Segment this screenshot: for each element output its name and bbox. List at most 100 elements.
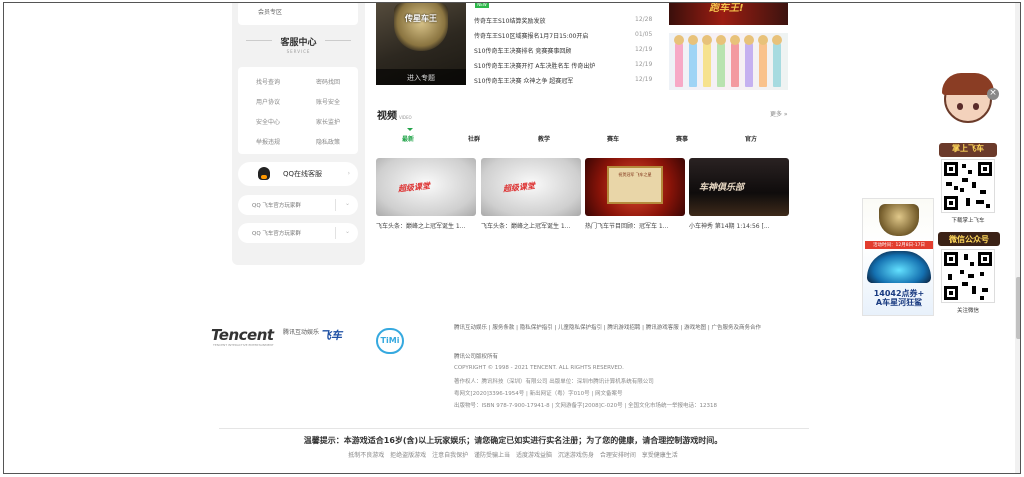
qq-group-label: QQ 飞车官方玩家群 bbox=[252, 203, 301, 209]
isbn-info: 出版物号：ISBN 978-7-900-17941-8 | 文网游备字[2008… bbox=[454, 403, 717, 409]
tab-official[interactable]: 官方 bbox=[745, 134, 757, 143]
video-thumbnail[interactable]: 超级课堂 bbox=[376, 158, 476, 216]
member-zone-link[interactable]: 会员专区 bbox=[238, 3, 358, 25]
qq-penguin-icon bbox=[258, 167, 270, 180]
browser-viewport: 会员专区 客服中心 SERVICE 找号查询 密码找回 用户协议 账号安全 安全… bbox=[3, 2, 1021, 474]
tab-tutorial[interactable]: 教学 bbox=[538, 134, 550, 143]
mascot-avatar[interactable]: 掌上飞车 bbox=[935, 73, 1001, 161]
customer-service-title: 客服中心 bbox=[280, 38, 317, 48]
event-reward: 14042点券+ A车星河狂鲨 bbox=[873, 289, 925, 307]
character-figure bbox=[702, 35, 712, 87]
page: 会员专区 客服中心 SERVICE 找号查询 密码找回 用户协议 账号安全 安全… bbox=[4, 3, 1020, 473]
news-date: 12/28 bbox=[635, 16, 653, 23]
tencent-logo[interactable]: Tencent bbox=[211, 326, 274, 344]
enter-feature-button[interactable]: 进入专题 bbox=[376, 69, 466, 85]
video-caption[interactable]: 飞车头条：巅峰之上冠军诞生 1... bbox=[481, 221, 583, 230]
character-figure bbox=[730, 35, 740, 87]
active-tab-indicator bbox=[407, 128, 413, 131]
news-item[interactable]: S10传奇车王决赛排名 竞赛赛事回顾 bbox=[474, 46, 654, 55]
cs-link[interactable]: 密码找回 bbox=[306, 77, 350, 86]
tab-community[interactable]: 社群 bbox=[468, 134, 480, 143]
qq-group-label: QQ 飞车官方玩家群 bbox=[252, 231, 301, 237]
qr-caption: 下载掌上飞车 bbox=[951, 218, 985, 224]
qr-caption: 关注微信 bbox=[956, 308, 979, 314]
video-caption[interactable]: 小车神秀 第14期 1:14:56 [... bbox=[689, 221, 791, 230]
character-figure bbox=[772, 35, 782, 87]
cs-link[interactable]: 举报违规 bbox=[246, 137, 290, 146]
news-item[interactable]: S10传奇车王决赛开打 A车决胜名车 传奇出炉 bbox=[474, 61, 654, 70]
news-item[interactable]: S10传奇车王决赛 众神之争 超赛冠军 bbox=[474, 76, 654, 85]
tencent-games-label: 腾讯互动娱乐 bbox=[283, 329, 320, 336]
event-date: 活动时间：12月8日-17日 bbox=[865, 241, 933, 249]
video-caption[interactable]: 飞车头条：巅峰之上冠军诞生 1... bbox=[376, 221, 478, 230]
qq-group-dropdown[interactable]: QQ 飞车官方玩家群 ⌄ bbox=[238, 223, 358, 243]
timi-logo[interactable]: TiMi bbox=[376, 328, 404, 354]
tab-cars[interactable]: 赛车 bbox=[607, 134, 619, 143]
tab-events[interactable]: 赛事 bbox=[676, 134, 688, 143]
company-info: 著作权人：腾讯科技（深圳）有限公司 出版单位：深圳市腾讯计算机系统有限公司 bbox=[454, 379, 654, 385]
news-item[interactable]: 传奇车王S10结算奖励发放 bbox=[474, 16, 654, 25]
mascot-eye bbox=[957, 103, 963, 110]
qq-online-service-button[interactable]: QQ在线客服 › bbox=[238, 162, 358, 186]
wechat-qr-code bbox=[941, 249, 995, 303]
cs-link[interactable]: 用户协议 bbox=[246, 97, 290, 106]
qr-code-icon bbox=[944, 252, 992, 300]
qq-service-label: QQ在线客服 bbox=[283, 170, 323, 178]
character-figure bbox=[674, 35, 684, 87]
news-item[interactable]: 传奇车王S10区域赛报名1月7日15:00开启 bbox=[474, 31, 654, 40]
trophy-crest-icon bbox=[394, 3, 448, 51]
news-date: 01/05 bbox=[635, 31, 653, 38]
wechat-title: 微信公众号 bbox=[938, 232, 1000, 246]
video-caption[interactable]: 热门飞车节目回顾：冠军车 1... bbox=[585, 221, 687, 230]
app-qr-code bbox=[941, 159, 995, 213]
feature-banner[interactable]: 传星车王 进入专题 bbox=[376, 3, 466, 85]
promo-thumbnail[interactable]: 跑车王! bbox=[669, 3, 788, 25]
footer-links[interactable]: 腾讯互动娱乐 | 服务条款 | 隐私保护指引 | 儿童隐私保护指引 | 腾讯游戏… bbox=[454, 323, 761, 331]
character-figure bbox=[758, 35, 768, 87]
cs-link[interactable]: 找号查询 bbox=[246, 77, 290, 86]
car-image bbox=[867, 251, 931, 283]
cs-link[interactable]: 家长监护 bbox=[306, 117, 350, 126]
cs-link[interactable]: 安全中心 bbox=[246, 117, 290, 126]
divider bbox=[219, 428, 809, 429]
left-sidebar: 会员专区 客服中心 SERVICE 找号查询 密码找回 用户协议 账号安全 安全… bbox=[232, 3, 365, 265]
copyright-title: 腾讯公司版权所有 bbox=[454, 354, 499, 360]
qq-speed-logo[interactable]: 飞车 bbox=[320, 327, 372, 349]
chevron-down-icon: ⌄ bbox=[344, 200, 350, 207]
health-warning: 温馨提示：本游戏适合16岁(含)以上玩家娱乐；请您确定已如实进行实名注册；为了您… bbox=[303, 436, 723, 445]
character-figure bbox=[688, 35, 698, 87]
customer-service-subtitle: SERVICE bbox=[286, 49, 311, 54]
event-ad[interactable]: 活动时间：12月8日-17日 14042点券+ A车星河狂鲨 bbox=[862, 198, 934, 316]
mascot-eye bbox=[973, 103, 979, 110]
cs-link[interactable]: 账号安全 bbox=[306, 97, 350, 106]
news-date: 12/19 bbox=[635, 46, 653, 53]
video-thumbnail[interactable]: 祝贺冠军 飞车之星 bbox=[585, 158, 685, 216]
copyright: COPYRIGHT © 1998 - 2021 TENCENT. ALL RIG… bbox=[454, 365, 624, 371]
trophy-crest-icon bbox=[879, 204, 919, 236]
mascot-tag: 掌上飞车 bbox=[939, 143, 997, 157]
more-videos-link[interactable]: 更多 » bbox=[770, 109, 788, 118]
chevron-down-icon: ⌄ bbox=[344, 228, 350, 235]
divider bbox=[335, 199, 336, 211]
license-info: 粤网文[2020]3396-1954号 | 新出网证（粤）字010号 | 网文备… bbox=[454, 391, 623, 397]
scrollbar-thumb[interactable] bbox=[1016, 277, 1020, 339]
qq-group-dropdown[interactable]: QQ 飞车官方玩家群 ⌄ bbox=[238, 195, 358, 215]
scrollbar[interactable] bbox=[1015, 3, 1020, 473]
video-section-title: 视频 VIDEO bbox=[377, 111, 412, 122]
health-advice-links: 抵制不良游戏 拒绝盗版游戏 注意自我保护 谨防受骗上当 适度游戏益脑 沉迷游戏伤… bbox=[348, 452, 678, 459]
close-icon[interactable]: × bbox=[987, 88, 999, 100]
tencent-logo-subtitle: TENCENT INTERACTIVE ENTERTAINMENT bbox=[213, 343, 274, 347]
qr-code-icon bbox=[944, 162, 992, 210]
cs-link[interactable]: 隐私政策 bbox=[306, 137, 350, 146]
tab-latest[interactable]: 最新 bbox=[402, 134, 414, 143]
character-figure bbox=[716, 35, 726, 87]
news-date: 12/19 bbox=[635, 61, 653, 68]
video-thumbnail[interactable]: 车神俱乐部 bbox=[689, 158, 789, 216]
chevron-right-icon: › bbox=[347, 170, 350, 177]
video-thumbnail[interactable]: 超级课堂 bbox=[481, 158, 581, 216]
promo-thumbnail-text: 跑车王! bbox=[709, 3, 744, 14]
banner-title: 传星车王 bbox=[405, 14, 437, 23]
customer-service-links: 找号查询 密码找回 用户协议 账号安全 安全中心 家长监护 举报违规 隐私政策 bbox=[238, 67, 358, 154]
news-date: 12/19 bbox=[635, 76, 653, 83]
characters-thumbnail[interactable] bbox=[669, 33, 788, 90]
